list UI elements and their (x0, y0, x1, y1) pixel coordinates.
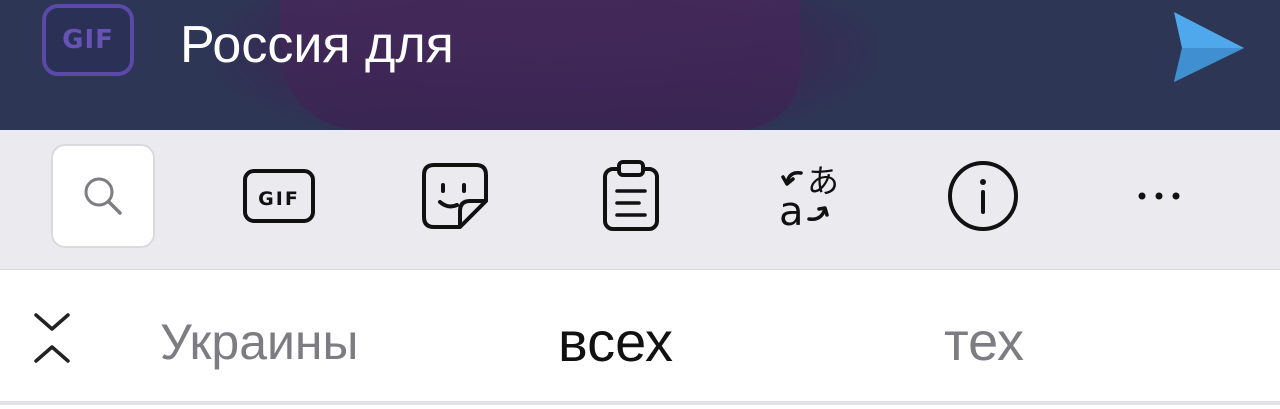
send-icon (1174, 12, 1244, 82)
translate-button[interactable]: あ a (755, 144, 859, 248)
translate-icon: あ a (779, 162, 839, 233)
clipboard-icon (603, 160, 659, 231)
suggestion-word[interactable]: всех (558, 307, 673, 377)
info-icon (948, 161, 1018, 231)
keyboard-toolbar: GIF あ a (0, 130, 1280, 270)
collapse-button[interactable] (26, 309, 78, 369)
sticker-button[interactable] (403, 144, 507, 248)
collapse-icon (34, 313, 70, 363)
more-icon (1138, 192, 1180, 200)
suggestion-bar: Украины всех тех (0, 271, 1280, 405)
more-button[interactable] (1107, 144, 1211, 248)
message-input[interactable]: Россия для (180, 10, 454, 80)
search-icon (84, 177, 122, 215)
gif-icon-label: GIF (258, 188, 300, 210)
info-button[interactable] (931, 144, 1035, 248)
compose-bar: GIF Россия для (0, 0, 1280, 130)
gif-button-label: GIF (62, 25, 114, 55)
search-button[interactable] (51, 144, 155, 248)
clipboard-button[interactable] (579, 144, 683, 248)
sticker-icon (422, 163, 488, 229)
suggestion-word[interactable]: Украины (160, 307, 359, 377)
gif-icon: GIF (243, 169, 315, 223)
svg-text:a: a (779, 189, 804, 233)
svg-text:あ: あ (807, 162, 839, 200)
send-button[interactable] (1168, 8, 1248, 84)
suggestion-word[interactable]: тех (944, 307, 1024, 377)
gif-toolbar-button[interactable]: GIF (227, 144, 331, 248)
gif-button[interactable]: GIF (42, 4, 134, 76)
